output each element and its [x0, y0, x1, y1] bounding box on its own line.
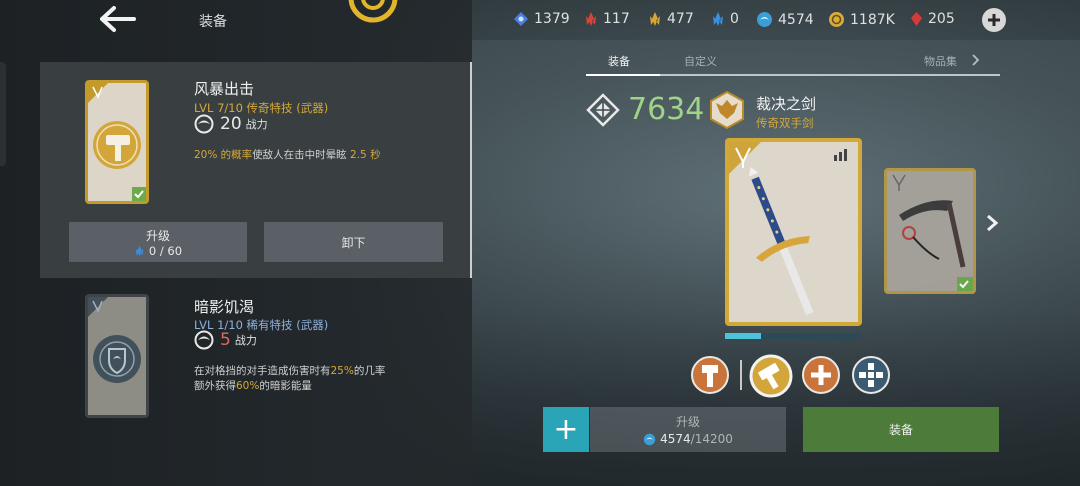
blue-crystal-icon: [514, 12, 528, 26]
upgrade-cost-value: 0 / 60: [148, 243, 183, 258]
upgrade-current: 4574: [660, 432, 691, 446]
tab-collections[interactable]: 物品集: [924, 53, 957, 69]
resource-gems: 205: [910, 11, 955, 27]
page-title: 装备: [199, 14, 227, 30]
shield-skill-icon: [88, 297, 146, 415]
weapon-name: 裁决之剑: [756, 95, 817, 113]
ability-divider: [740, 360, 742, 390]
tab-equip[interactable]: 装备: [608, 53, 630, 69]
two-handed-sword-icon: [729, 142, 858, 322]
equip-button[interactable]: 装备: [803, 407, 999, 452]
equipment-tabs: 装备 自定义 物品集: [586, 48, 1000, 76]
weapon-power-value: 7634: [628, 92, 705, 127]
weapon-progress-bar: [725, 333, 862, 339]
resource-value: 4574: [778, 11, 814, 28]
weapon-progress-fill: [725, 333, 761, 339]
side-handle[interactable]: [0, 62, 6, 166]
ability-heal-icon[interactable]: [801, 355, 841, 395]
red-gem-icon: [911, 12, 922, 26]
skill-card-art: [85, 80, 149, 204]
weapon-type: 传奇双手剑: [756, 116, 814, 130]
ability-heavy-icon[interactable]: [690, 355, 730, 395]
gold-shard-icon: [650, 12, 660, 26]
desc-text: 的暗影能量: [259, 380, 312, 392]
desc-text: 使敌人在击中时晕眩: [252, 149, 351, 161]
skill-power: 20 战力: [194, 114, 268, 134]
desc-highlight: 2.5 秒: [350, 149, 381, 161]
unequip-button[interactable]: 卸下: [264, 222, 443, 262]
plus-label: +: [553, 412, 579, 447]
upgrade-cost: 4574 / 14200: [643, 432, 733, 446]
resource-coins: 1187K: [828, 11, 895, 28]
skill-name: 暗影饥渴: [194, 298, 255, 316]
blue-shard-icon: [713, 12, 723, 26]
blue-orb-icon: [757, 12, 772, 27]
skill-power: 5 战力: [194, 330, 257, 350]
desc-text: 额外获得: [194, 380, 236, 392]
weapon-class-badge-icon: [710, 91, 744, 129]
power-value: 20: [220, 114, 242, 134]
back-arrow-icon: [100, 6, 136, 32]
add-weapon-button[interactable]: +: [543, 407, 589, 452]
clan-emblem-icon: [348, 0, 398, 23]
upgrade-total: 14200: [694, 432, 733, 446]
weapon-power: 7634: [586, 92, 704, 127]
add-currency-button[interactable]: [982, 8, 1006, 32]
weapon-card-main[interactable]: [725, 138, 862, 326]
power-icon: [194, 114, 214, 134]
blue-orb-icon: [643, 433, 656, 445]
ability-fist-icon[interactable]: [851, 355, 891, 395]
active-tab-indicator: [586, 74, 660, 76]
power-label: 战力: [245, 118, 268, 131]
upgrade-weapon-button[interactable]: 升级 4574 / 14200: [590, 407, 786, 452]
resource-red-shard: 117: [584, 11, 630, 27]
unequip-label: 卸下: [341, 235, 366, 250]
gold-coin-icon: [829, 12, 844, 27]
upgrade-label: 升级: [145, 228, 170, 243]
upgrade-skill-button[interactable]: 升级 0 / 60: [69, 222, 247, 262]
skill-card-art: [85, 294, 149, 418]
skill-description: 20% 的概率使敌人在击中时晕眩 2.5 秒: [194, 148, 424, 163]
power-value: 5: [220, 330, 231, 350]
ability-hammer-icon[interactable]: [749, 354, 793, 398]
resource-blue-shard: 0: [711, 11, 739, 27]
next-weapon-arrow[interactable]: [986, 213, 999, 238]
resource-value: 205: [928, 11, 955, 27]
hammer-skill-icon: [88, 83, 146, 201]
desc-text: 的几率: [353, 365, 386, 377]
desc-highlight: 25%: [330, 365, 354, 377]
skill-name: 风暴出击: [194, 80, 255, 98]
plus-icon: [988, 14, 1000, 26]
top-bar: 装备 1379 117 477 0 4574 1187K 205: [0, 0, 1080, 40]
desc-text: 在对格挡的对手造成伤害时有: [194, 365, 331, 377]
skill-card-storm-strike[interactable]: 风暴出击 LVL 7/10 传奇特技 (武器) 20 战力 20% 的概率使敌人…: [40, 62, 472, 278]
chevron-right-icon[interactable]: [972, 54, 980, 66]
resource-value: 1379: [534, 11, 570, 27]
flail-weapon-icon: [887, 171, 973, 291]
tab-customize[interactable]: 自定义: [684, 53, 717, 69]
equip-label: 装备: [888, 423, 913, 437]
resource-orb: 4574: [756, 11, 814, 28]
desc-highlight: 20% 的概率: [194, 149, 253, 161]
chevron-right-icon: [987, 214, 999, 232]
red-shard-icon: [586, 12, 596, 26]
resource-value: 477: [667, 11, 694, 27]
desc-highlight: 60%: [236, 380, 260, 392]
skill-description: 在对格挡的对手造成伤害时有25%的几率 额外获得60%的暗影能量: [194, 364, 424, 394]
back-button[interactable]: [98, 4, 138, 34]
blue-shard-icon: [135, 245, 144, 256]
resource-crystal: 1379: [513, 11, 570, 27]
power-label: 战力: [234, 334, 257, 347]
resource-value: 117: [603, 11, 630, 27]
weapon-card-next[interactable]: [884, 168, 976, 294]
resource-gold-shard: 477: [648, 11, 694, 27]
power-icon: [194, 330, 214, 350]
resource-value: 1187K: [850, 11, 895, 28]
gear-power-icon: [586, 92, 620, 127]
upgrade-cost: 0 / 60: [134, 244, 182, 258]
skill-card-shadow-thirst[interactable]: 暗影饥渴 LVL 1/10 稀有特技 (武器) 5 战力 在对格挡的对手造成伤害…: [40, 280, 472, 430]
resource-value: 0: [730, 11, 739, 27]
upgrade-label: 升级: [675, 415, 700, 429]
